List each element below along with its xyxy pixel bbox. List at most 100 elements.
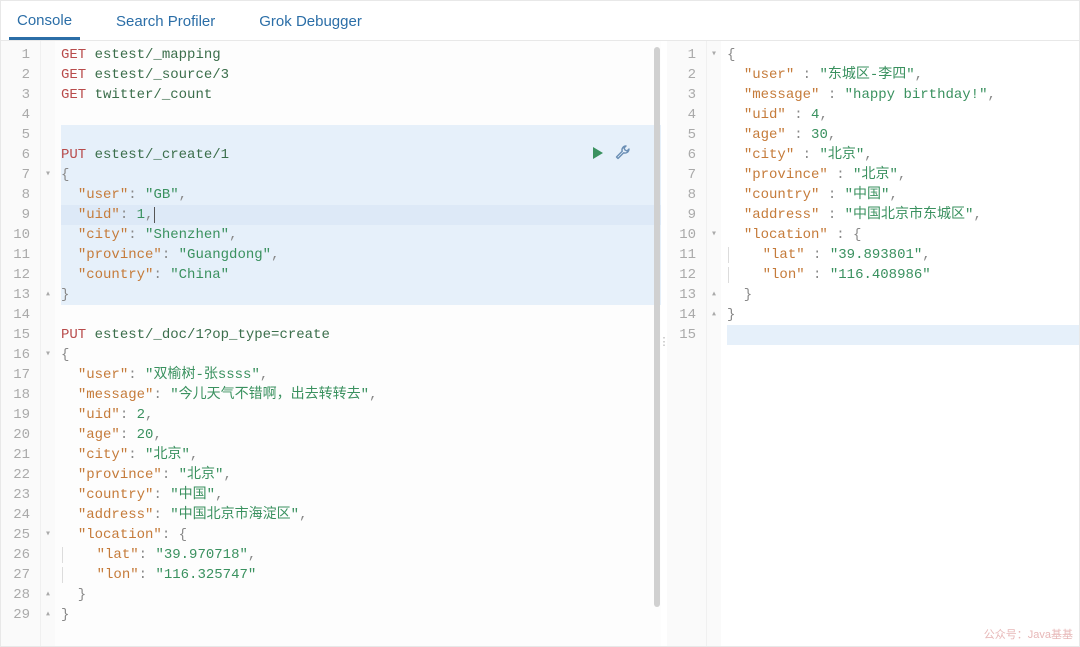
code-line[interactable]: "lat": "39.970718", (61, 545, 661, 565)
code-line[interactable]: "address": "中国北京市海淀区", (61, 505, 661, 525)
code-line[interactable]: "province" : "北京", (727, 165, 1079, 185)
code-line[interactable]: "country" : "中国", (727, 185, 1079, 205)
code-line[interactable]: "country": "中国", (61, 485, 661, 505)
code-line[interactable] (61, 305, 661, 325)
fold-marker (707, 205, 721, 225)
code-line[interactable]: "city": "Shenzhen", (61, 225, 661, 245)
fold-marker[interactable]: ▾ (41, 165, 55, 185)
code-line[interactable]: { (61, 165, 661, 185)
code-line[interactable]: { (727, 45, 1079, 65)
fold-marker (41, 565, 55, 585)
response-viewer[interactable]: 123456789101112131415 ▾ ▾ ▴▴ { "user" : "东… (667, 41, 1079, 646)
fold-marker (41, 405, 55, 425)
code-line[interactable]: "address" : "中国北京市东城区", (727, 205, 1079, 225)
code-line[interactable]: "age": 20, (61, 425, 661, 445)
code-line[interactable]: "uid": 2, (61, 405, 661, 425)
wrench-icon[interactable] (615, 145, 631, 161)
code-line[interactable]: "message": "今儿天气不错啊，出去转转去", (61, 385, 661, 405)
fold-marker[interactable]: ▾ (41, 525, 55, 545)
fold-marker (707, 65, 721, 85)
fold-marker (707, 125, 721, 145)
line-number-gutter-right: 123456789101112131415 (667, 41, 707, 646)
fold-marker (41, 245, 55, 265)
fold-marker (707, 105, 721, 125)
request-editor[interactable]: 1234567891011121314151617181920212223242… (1, 41, 661, 646)
fold-marker[interactable]: ▾ (41, 345, 55, 365)
code-line[interactable]: } (61, 285, 661, 305)
fold-marker (41, 185, 55, 205)
fold-marker (41, 485, 55, 505)
fold-marker (41, 425, 55, 445)
fold-marker (41, 305, 55, 325)
fold-marker (41, 325, 55, 345)
fold-marker (707, 265, 721, 285)
fold-gutter-left: ▾▴▾▾▴▴ (41, 41, 55, 646)
code-line[interactable]: } (61, 585, 661, 605)
fold-marker[interactable]: ▴ (41, 605, 55, 625)
code-line[interactable]: "location": { (61, 525, 661, 545)
fold-marker (707, 245, 721, 265)
fold-gutter-right: ▾ ▾ ▴▴ (707, 41, 721, 646)
tab-console[interactable]: Console (9, 2, 80, 40)
code-line[interactable]: "user": "双榆树-张ssss", (61, 365, 661, 385)
code-line[interactable]: "lon": "116.325747" (61, 565, 661, 585)
code-line[interactable]: GET estest/_mapping (61, 45, 661, 65)
code-line[interactable]: "lat" : "39.893801", (727, 245, 1079, 265)
code-line[interactable] (61, 125, 661, 145)
code-line[interactable]: } (61, 605, 661, 625)
code-line[interactable]: "age" : 30, (727, 125, 1079, 145)
play-icon[interactable] (591, 146, 605, 160)
tabbar: Console Search Profiler Grok Debugger (1, 1, 1079, 41)
code-line[interactable]: "message" : "happy birthday!", (727, 85, 1079, 105)
code-line[interactable]: PUT estest/_create/1 (61, 145, 661, 165)
code-line[interactable]: "province": "Guangdong", (61, 245, 661, 265)
code-line[interactable]: "city": "北京", (61, 445, 661, 465)
code-line[interactable]: "user" : "东城区-李四", (727, 65, 1079, 85)
code-line[interactable]: "country": "China" (61, 265, 661, 285)
tab-grok-debugger[interactable]: Grok Debugger (251, 3, 370, 38)
fold-marker (41, 265, 55, 285)
fold-marker (41, 85, 55, 105)
code-line[interactable]: "province": "北京", (61, 465, 661, 485)
request-action-icons (591, 145, 631, 161)
line-number-gutter-left: 1234567891011121314151617181920212223242… (1, 41, 41, 646)
fold-marker (41, 545, 55, 565)
response-viewer-pane: 123456789101112131415 ▾ ▾ ▴▴ { "user" : "东… (667, 41, 1079, 646)
fold-marker (41, 225, 55, 245)
code-line[interactable] (727, 325, 1079, 345)
code-line[interactable]: "lon" : "116.408986" (727, 265, 1079, 285)
fold-marker (707, 145, 721, 165)
code-line[interactable]: } (727, 285, 1079, 305)
code-line[interactable]: "user": "GB", (61, 185, 661, 205)
code-line[interactable]: GET estest/_source/3 (61, 65, 661, 85)
request-editor-code[interactable]: GET estest/_mappingGET estest/_source/3G… (55, 41, 661, 646)
fold-marker[interactable]: ▴ (707, 285, 721, 305)
fold-marker (707, 165, 721, 185)
fold-marker (41, 125, 55, 145)
fold-marker (41, 365, 55, 385)
fold-marker[interactable]: ▴ (41, 285, 55, 305)
code-line[interactable]: PUT estest/_doc/1?op_type=create (61, 325, 661, 345)
code-line[interactable]: { (61, 345, 661, 365)
fold-marker (41, 145, 55, 165)
fold-marker (41, 105, 55, 125)
fold-marker (41, 465, 55, 485)
fold-marker[interactable]: ▴ (707, 305, 721, 325)
tab-search-profiler[interactable]: Search Profiler (108, 3, 223, 38)
code-line[interactable]: "city" : "北京", (727, 145, 1079, 165)
code-line[interactable]: "uid" : 4, (727, 105, 1079, 125)
request-editor-pane: 1234567891011121314151617181920212223242… (1, 41, 661, 646)
split-panes: 1234567891011121314151617181920212223242… (1, 41, 1079, 646)
fold-marker (41, 65, 55, 85)
code-line[interactable] (61, 105, 661, 125)
fold-marker[interactable]: ▾ (707, 45, 721, 65)
code-line[interactable]: } (727, 305, 1079, 325)
code-line[interactable]: GET twitter/_count (61, 85, 661, 105)
code-line[interactable]: "uid": 1, (61, 205, 661, 225)
fold-marker (41, 205, 55, 225)
code-line[interactable]: "location" : { (727, 225, 1079, 245)
scrollbar-left[interactable] (653, 45, 661, 646)
fold-marker[interactable]: ▾ (707, 225, 721, 245)
fold-marker (707, 325, 721, 345)
fold-marker[interactable]: ▴ (41, 585, 55, 605)
